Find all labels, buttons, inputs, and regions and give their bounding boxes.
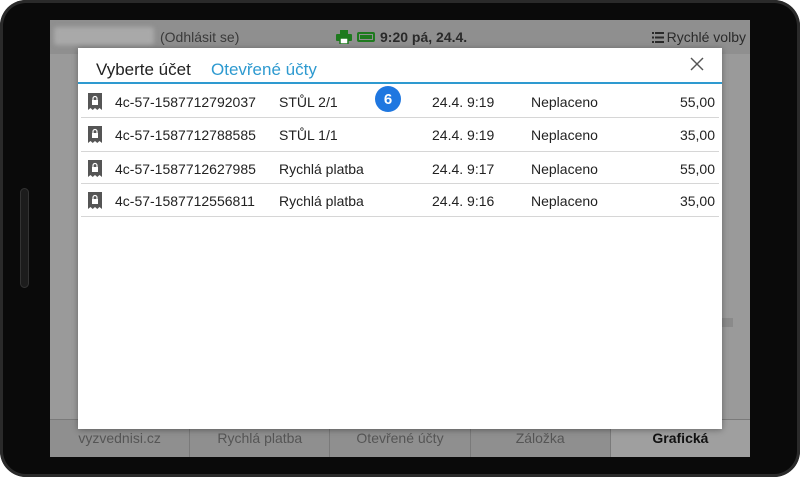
background-scroll-handle <box>721 318 733 327</box>
account-state: Neplaceno <box>531 94 598 110</box>
account-state: Neplaceno <box>531 161 598 177</box>
list-icon <box>651 31 664 43</box>
tab-open-accounts-dialog[interactable]: Otevřené účty <box>211 60 317 80</box>
close-icon[interactable] <box>689 56 705 72</box>
receipt-lock-icon <box>88 192 102 209</box>
account-table: Rychlá platba <box>279 161 364 177</box>
quick-menu-label: Rychlé volby <box>666 29 746 45</box>
account-time: 24.4. 9:17 <box>432 161 495 177</box>
account-amount: 35,00 <box>679 127 715 143</box>
step-badge: 6 <box>375 86 401 112</box>
printer-icon <box>336 30 352 44</box>
clock: 9:20 pá, 24.4. <box>380 29 468 45</box>
quick-menu-button[interactable]: Rychlé volby <box>651 29 746 45</box>
account-state: Neplaceno <box>531 127 598 143</box>
account-id: 4c-57-1587712792037 <box>115 94 256 110</box>
battery-icon <box>357 32 375 42</box>
account-id: 4c-57-1587712627985 <box>115 161 256 177</box>
account-id: 4c-57-1587712788585 <box>115 127 256 143</box>
account-id: 4c-57-1587712556811 <box>115 193 255 209</box>
account-state: Neplaceno <box>531 193 598 209</box>
account-row[interactable]: 4c-57-1587712556811 Rychlá platba 24.4. … <box>81 184 719 217</box>
device-side-button <box>20 188 29 288</box>
account-table: STŮL 1/1 <box>279 127 338 143</box>
account-amount: 55,00 <box>679 161 715 177</box>
status-area: 9:20 pá, 24.4. <box>336 29 467 45</box>
account-list: 4c-57-1587712792037 STŮL 2/1 24.4. 9:19 … <box>78 85 722 217</box>
select-account-dialog: Vyberte účet Otevřené účty 4c-57-1587712… <box>78 48 722 429</box>
account-table: Rychlá platba <box>279 193 364 209</box>
tablet-frame: (Odhlásit se) 9:20 pá, 24.4. Rychlé volb… <box>0 0 800 477</box>
receipt-lock-icon <box>88 126 102 143</box>
account-time: 24.4. 9:19 <box>432 127 495 143</box>
receipt-lock-icon <box>88 160 102 177</box>
account-time: 24.4. 9:19 <box>432 94 495 110</box>
logout-link[interactable]: (Odhlásit se) <box>160 29 239 45</box>
user-name-blurred <box>54 27 154 45</box>
account-time: 24.4. 9:16 <box>432 193 495 209</box>
dialog-header: Vyberte účet Otevřené účty <box>78 48 722 84</box>
account-table: STŮL 2/1 <box>279 94 338 110</box>
account-amount: 35,00 <box>679 193 715 209</box>
account-row[interactable]: 4c-57-1587712627985 Rychlá platba 24.4. … <box>81 151 719 184</box>
dialog-title: Vyberte účet <box>96 60 191 79</box>
account-amount: 55,00 <box>679 94 715 110</box>
receipt-lock-icon <box>88 93 102 110</box>
account-row[interactable]: 4c-57-1587712788585 STŮL 1/1 24.4. 9:19 … <box>81 118 719 151</box>
